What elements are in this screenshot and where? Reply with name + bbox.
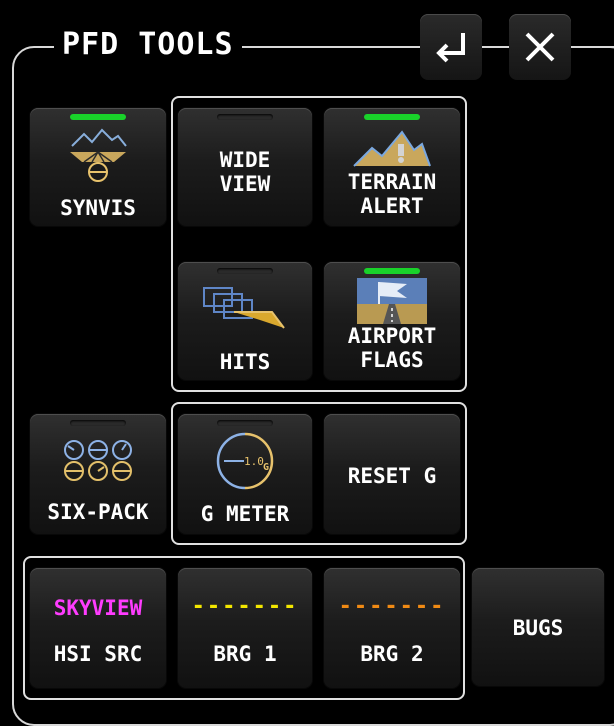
g-meter-label: G METER <box>200 502 290 526</box>
title-divider <box>484 46 510 48</box>
close-button[interactable] <box>509 14 571 80</box>
synvis-label: SYNVIS <box>60 196 136 220</box>
inactive-indicator <box>217 114 273 120</box>
hsi-src-label: HSI SRC <box>53 642 143 666</box>
bugs-label: BUGS <box>512 616 564 640</box>
active-indicator <box>364 114 420 120</box>
hits-button[interactable]: HITS <box>178 262 312 380</box>
g-meter-button[interactable]: 1.0 G G METER <box>178 414 312 534</box>
bugs-button[interactable]: BUGS <box>472 568 604 686</box>
page-title: PFD TOOLS <box>54 24 242 66</box>
svg-text:G: G <box>263 462 269 473</box>
brg2-label: BRG 2 <box>360 642 424 666</box>
inactive-indicator <box>217 268 273 274</box>
six-pack-label: SIX-PACK <box>47 500 149 524</box>
hits-label: HITS <box>219 350 271 374</box>
brg1-value: ------- <box>191 594 299 619</box>
g-meter-icon: 1.0 G <box>216 432 274 490</box>
inactive-indicator <box>70 420 126 426</box>
title-divider <box>574 46 614 48</box>
wide-view-button[interactable]: WIDE VIEW <box>178 108 312 226</box>
return-arrow-icon <box>436 33 465 63</box>
reset-g-label: RESET G <box>347 464 437 488</box>
airport-flags-button[interactable]: AIRPORT FLAGS <box>324 262 460 380</box>
synvis-button[interactable]: SYNVIS <box>30 108 166 226</box>
brg1-button[interactable]: ------- BRG 1 <box>178 568 312 688</box>
terrain-alert-icon <box>353 130 431 167</box>
reset-g-button[interactable]: RESET G <box>324 414 460 534</box>
terrain-alert-label: TERRAIN ALERT <box>347 170 437 218</box>
highway-in-the-sky-icon <box>203 287 285 329</box>
enter-button[interactable] <box>420 14 482 80</box>
brg2-value: ------- <box>338 594 446 619</box>
inactive-indicator <box>217 420 273 426</box>
airport-flag-icon <box>357 278 427 324</box>
hsi-src-button[interactable]: SKYVIEW HSI SRC <box>30 568 166 688</box>
wide-view-label: WIDE VIEW <box>219 148 271 196</box>
terrain-alert-button[interactable]: TERRAIN ALERT <box>324 108 460 226</box>
six-pack-gauges-icon <box>64 440 132 481</box>
synthetic-vision-icon <box>70 128 127 182</box>
g-meter-readout: 1.0 <box>244 455 264 468</box>
airport-flags-label: AIRPORT FLAGS <box>347 324 437 372</box>
active-indicator <box>70 114 126 120</box>
title-divider <box>262 46 418 48</box>
six-pack-button[interactable]: SIX-PACK <box>30 414 166 534</box>
brg1-label: BRG 1 <box>213 642 277 666</box>
brg2-button[interactable]: ------- BRG 2 <box>324 568 460 688</box>
active-indicator <box>364 268 420 274</box>
close-x-icon <box>525 32 555 62</box>
hsi-src-value: SKYVIEW <box>53 596 143 620</box>
